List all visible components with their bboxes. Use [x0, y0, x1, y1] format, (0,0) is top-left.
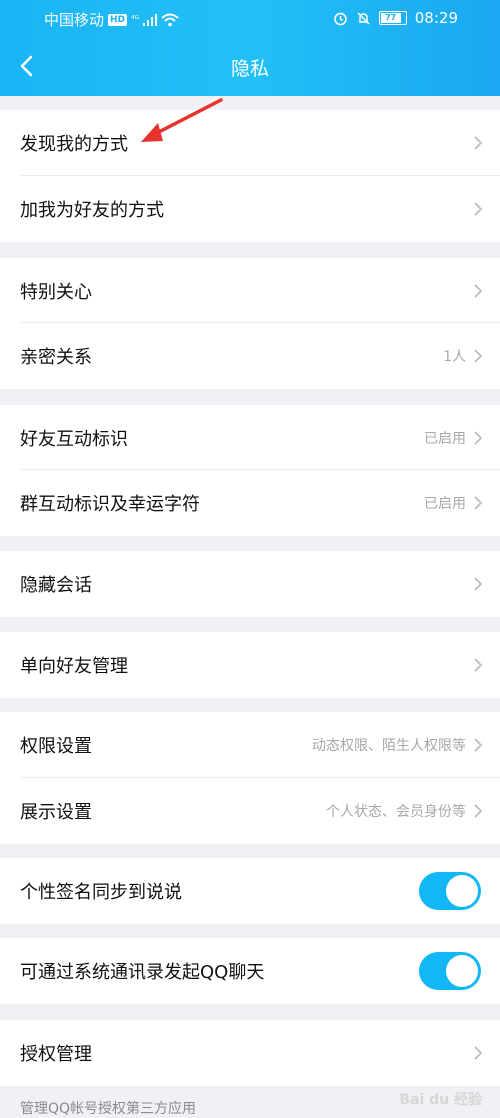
authorization-footnote: 管理QQ帐号授权第三方应用 — [20, 1101, 197, 1117]
row-discover-me[interactable]: 发现我的方式 — [0, 110, 500, 176]
row-label: 好友互动标识 — [20, 428, 128, 450]
row-label: 展示设置 — [20, 802, 92, 823]
row-label: 隐藏会话 — [20, 575, 92, 596]
wifi-icon — [161, 13, 179, 26]
clock: 08:29 — [414, 9, 458, 27]
chevron-right-icon — [474, 1046, 482, 1060]
row-group-interaction-badge[interactable]: 群互动标识及幸运字符 已启用 — [0, 470, 500, 536]
signal-icon — [143, 13, 158, 26]
status-bar: 中国移动 HD ⁴ᴳ 77 08:29 — [0, 0, 500, 36]
chevron-right-icon — [474, 738, 482, 752]
mute-bell-icon — [357, 11, 370, 25]
row-intimate-relation[interactable]: 亲密关系 1人 — [0, 323, 500, 389]
hd-badge: HD — [108, 13, 128, 26]
chevron-right-icon — [474, 577, 482, 591]
row-contacts-qq-chat[interactable]: 可通过系统通讯录发起QQ聊天 — [0, 938, 500, 1004]
row-value: 个人状态、会员身份等 — [326, 804, 466, 820]
status-left: 中国移动 HD ⁴ᴳ — [44, 9, 179, 30]
row-label: 群互动标识及幸运字符 — [20, 494, 200, 515]
battery-icon: 77 — [378, 11, 407, 25]
carrier-label: 中国移动 — [44, 11, 105, 29]
row-special-care[interactable]: 特别关心 — [0, 258, 500, 323]
row-label: 授权管理 — [20, 1044, 92, 1065]
nav-bar: 隐私 — [0, 36, 500, 96]
row-value: 动态权限、陌生人权限等 — [312, 738, 466, 754]
chevron-right-icon — [474, 202, 482, 216]
row-label: 权限设置 — [20, 736, 92, 757]
row-value: 已启用 — [424, 496, 466, 512]
page-title: 隐私 — [230, 58, 269, 80]
alarm-icon — [333, 12, 347, 25]
chevron-right-icon — [474, 658, 482, 672]
row-value: 已启用 — [424, 430, 466, 447]
row-label: 特别关心 — [20, 281, 92, 303]
row-add-friend-method[interactable]: 加我为好友的方式 — [0, 176, 500, 242]
status-right: 77 08:29 — [333, 9, 458, 27]
toggle-knob — [446, 955, 478, 987]
row-label: 单向好友管理 — [20, 656, 128, 677]
contacts-chat-toggle[interactable] — [419, 952, 481, 990]
row-label: 发现我的方式 — [20, 134, 128, 155]
chevron-right-icon — [474, 804, 482, 818]
signature-sync-toggle[interactable] — [419, 872, 481, 910]
row-permission-settings[interactable]: 权限设置 动态权限、陌生人权限等 — [0, 712, 500, 778]
network-type-label: ⁴ᴳ — [131, 14, 140, 25]
battery-level: 77 — [380, 13, 401, 23]
row-value: 1人 — [443, 349, 466, 365]
row-label: 可通过系统通讯录发起QQ聊天 — [20, 962, 265, 983]
chevron-right-icon — [474, 283, 482, 298]
header: 中国移动 HD ⁴ᴳ 77 08:29 隐私 — [0, 0, 500, 96]
row-signature-sync[interactable]: 个性签名同步到说说 — [0, 858, 500, 924]
row-hidden-chats[interactable]: 隐藏会话 — [0, 551, 500, 617]
row-label: 个性签名同步到说说 — [20, 882, 182, 903]
row-oneway-friends[interactable]: 单向好友管理 — [0, 632, 500, 698]
row-friend-interaction-badge[interactable]: 好友互动标识 已启用 — [0, 405, 500, 470]
chevron-right-icon — [474, 349, 482, 363]
row-display-settings[interactable]: 展示设置 个人状态、会员身份等 — [0, 778, 500, 844]
chevron-right-icon — [474, 496, 482, 510]
toggle-knob — [446, 875, 478, 907]
row-label: 加我为好友的方式 — [20, 200, 164, 221]
row-authorization-management[interactable]: 授权管理 — [0, 1020, 500, 1086]
baidu-watermark: Bai du 经验 — [399, 1092, 482, 1108]
row-label: 亲密关系 — [20, 347, 92, 368]
chevron-right-icon — [474, 430, 482, 445]
chevron-right-icon — [474, 136, 482, 150]
